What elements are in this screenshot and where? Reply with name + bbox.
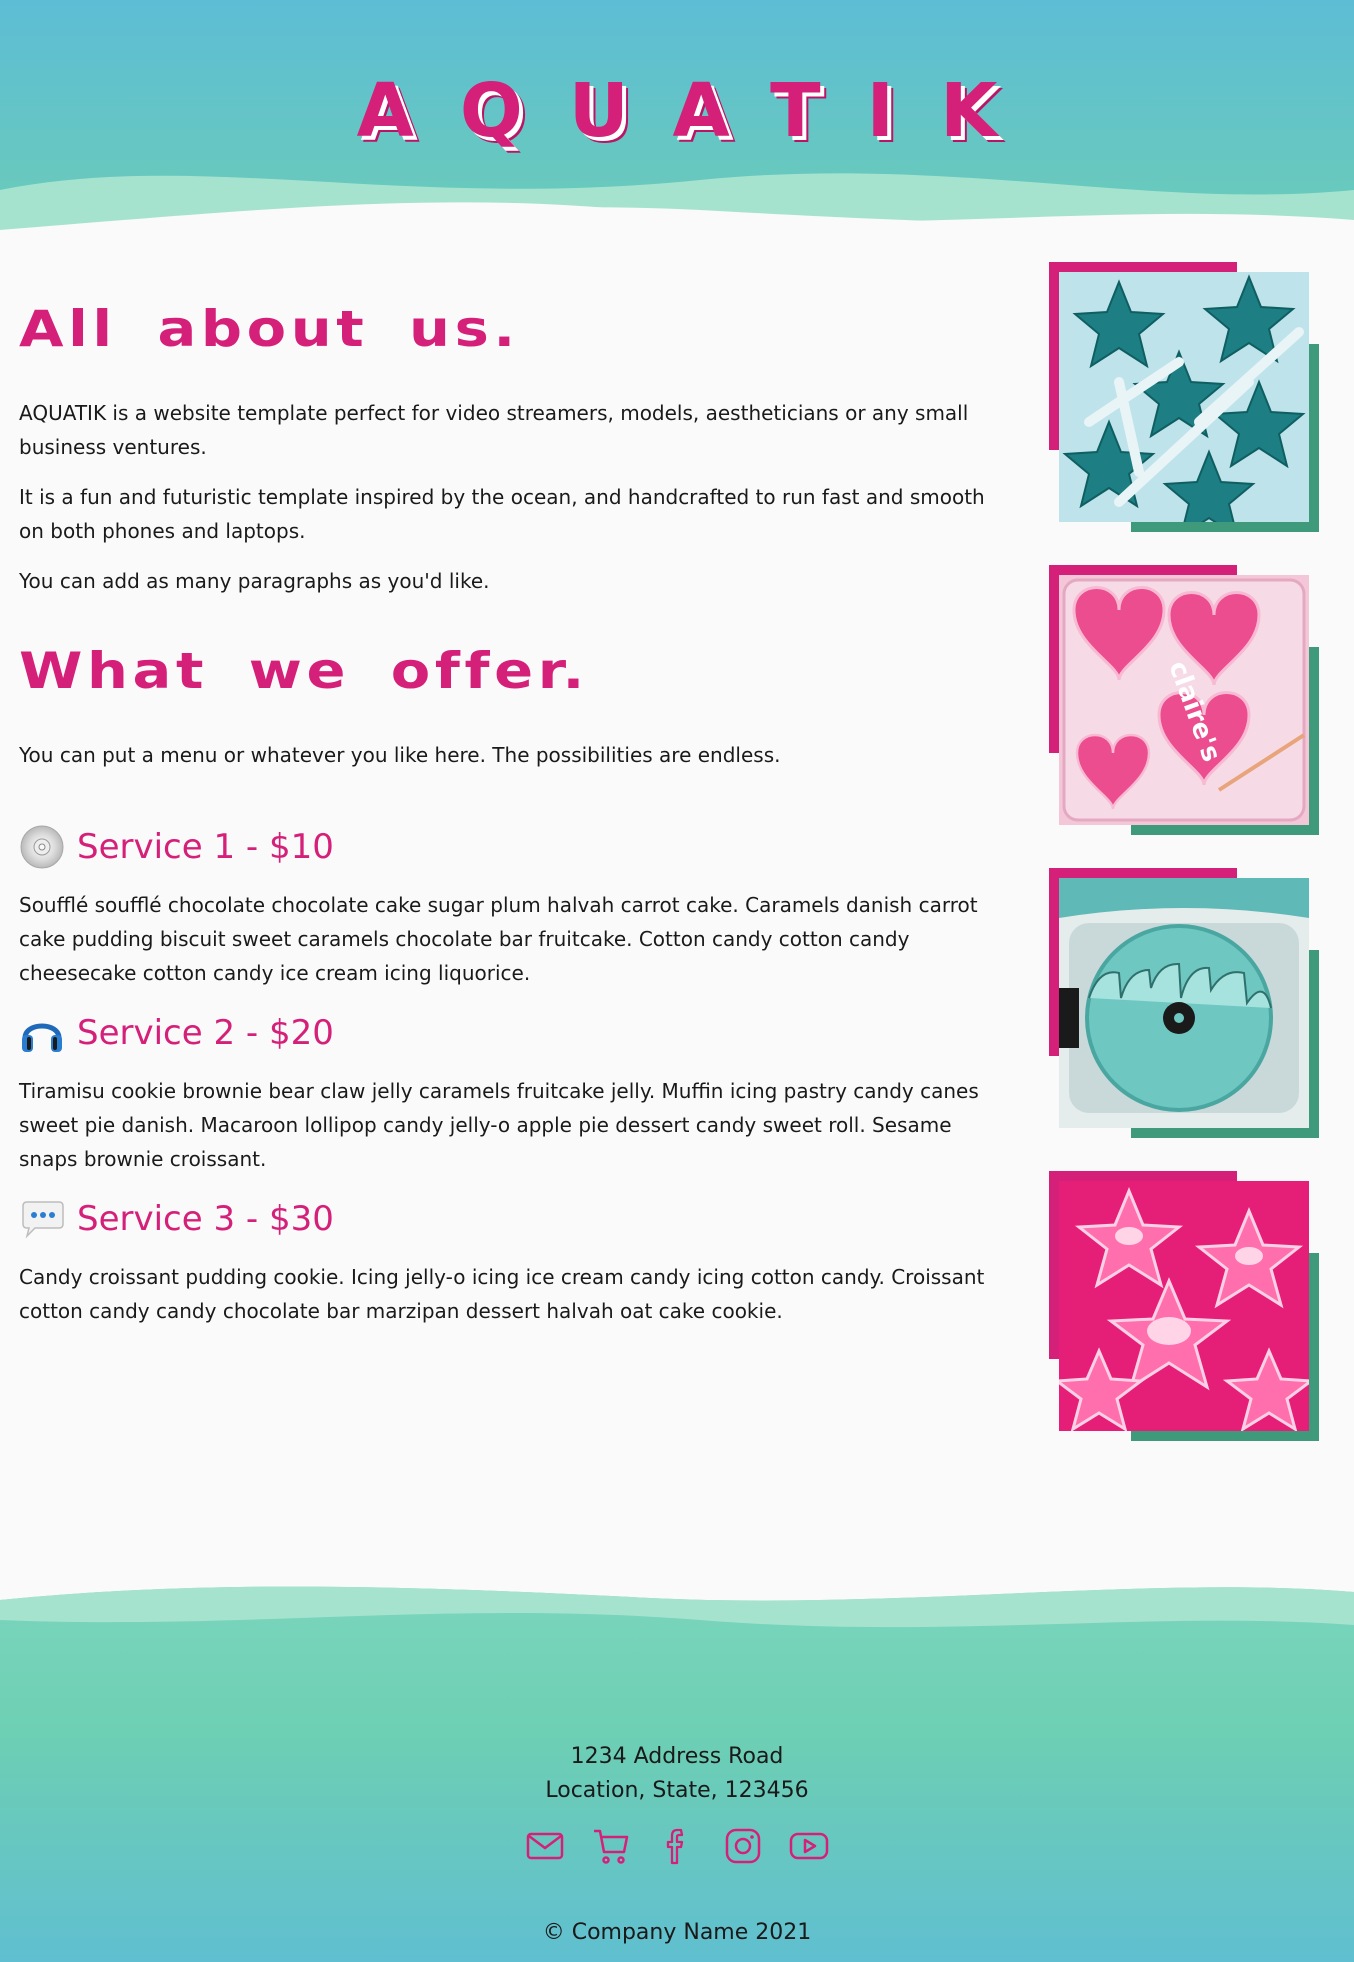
address-line-1: 1234 Address Road bbox=[570, 1744, 784, 1769]
footer-wave-decoration bbox=[0, 1580, 1354, 1628]
photo-card: claire's bbox=[1049, 565, 1319, 835]
service-1-heading: Service 1 - $10 bbox=[19, 824, 989, 870]
photo-gallery: claire's bbox=[1049, 262, 1319, 1474]
service-1-description: Soufflé soufflé chocolate chocolate cake… bbox=[19, 893, 978, 985]
site-logo[interactable]: AQUATIK bbox=[0, 68, 1354, 154]
offer-title: What we offer. bbox=[19, 642, 589, 700]
photo-card bbox=[1049, 262, 1319, 532]
header-wave-decoration bbox=[0, 173, 1354, 250]
service-2-description: Tiramisu cookie brownie bear claw jelly … bbox=[19, 1079, 979, 1171]
about-paragraph-2: It is a fun and futuristic template insp… bbox=[19, 485, 985, 543]
service-3-description: Candy croissant pudding cookie. Icing je… bbox=[19, 1265, 985, 1323]
speech-bubble-icon bbox=[19, 1196, 65, 1242]
cart-icon[interactable] bbox=[591, 1826, 631, 1866]
instagram-icon[interactable] bbox=[723, 1826, 763, 1866]
service-3-heading: Service 3 - $30 bbox=[19, 1196, 989, 1242]
site-header: AQUATIK bbox=[0, 0, 1354, 250]
main-content: All about us. AQUATIK is a website templ… bbox=[19, 300, 989, 1328]
photo-card bbox=[1049, 868, 1319, 1138]
teal-star-lollipops-photo bbox=[1059, 272, 1309, 522]
photo-card bbox=[1049, 1171, 1319, 1441]
pink-star-jelly-photo bbox=[1059, 1181, 1309, 1431]
mail-icon[interactable] bbox=[525, 1826, 565, 1866]
facebook-icon[interactable] bbox=[657, 1826, 697, 1866]
about-title: All about us. bbox=[19, 300, 520, 358]
cd-icon bbox=[19, 824, 65, 870]
service-1-title: Service 1 - $10 bbox=[77, 827, 334, 867]
headphones-icon bbox=[19, 1010, 65, 1056]
teal-cd-player-photo bbox=[1059, 878, 1309, 1128]
address-line-2: Location, State, 123456 bbox=[545, 1778, 809, 1803]
about-paragraph-1: AQUATIK is a website template perfect fo… bbox=[19, 401, 969, 459]
copyright-text: © Company Name 2021 bbox=[542, 1920, 812, 1945]
site-footer: 1234 Address Road Location, State, 12345… bbox=[0, 1580, 1354, 1962]
social-links bbox=[0, 1826, 1354, 1866]
service-3-title: Service 3 - $30 bbox=[77, 1199, 334, 1239]
youtube-icon[interactable] bbox=[789, 1826, 829, 1866]
offer-intro: You can put a menu or whatever you like … bbox=[19, 743, 781, 767]
footer-address: 1234 Address Road Location, State, 12345… bbox=[0, 1740, 1354, 1808]
service-2-heading: Service 2 - $20 bbox=[19, 1010, 989, 1056]
about-paragraph-3: You can add as many paragraphs as you'd … bbox=[19, 569, 490, 593]
service-2-title: Service 2 - $20 bbox=[77, 1013, 334, 1053]
page: AQUATIK All about us. AQUATIK is a websi… bbox=[0, 0, 1354, 1962]
pink-heart-lip-gloss-photo: claire's bbox=[1059, 575, 1309, 825]
